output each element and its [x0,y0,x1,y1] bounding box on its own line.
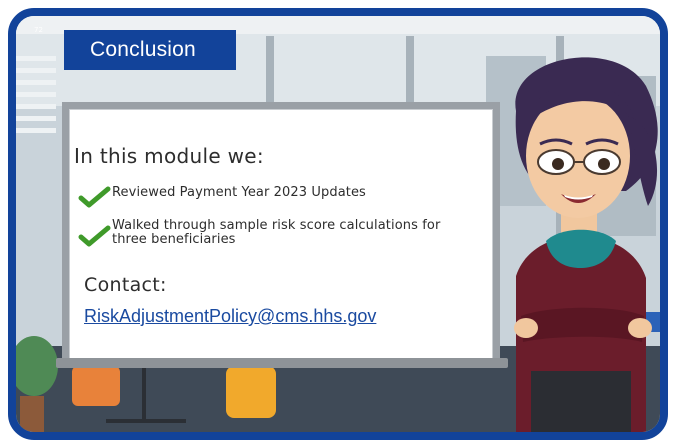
list-item-text: Walked through sample risk score calcula… [112,218,441,247]
checkmark-icon [78,186,111,208]
slide-title: Conclusion [64,30,236,70]
list-item-text: Reviewed Payment Year 2023 Updates [112,185,366,200]
contact-label: Contact: [84,274,167,296]
whiteboard-ledge [56,358,508,368]
list-item: Walked through sample risk score calcula… [78,219,472,247]
slide-frame: 72 Conclusion In this module we: Reviewe… [8,8,668,440]
slide-number-badge: 72 [34,26,43,34]
email-link[interactable]: RiskAdjustmentPolicy@cms.hhs.gov [84,306,376,327]
board-heading: In this module we: [74,144,264,168]
checkmark-icon [78,225,111,247]
list-item: Reviewed Payment Year 2023 Updates [78,186,366,208]
